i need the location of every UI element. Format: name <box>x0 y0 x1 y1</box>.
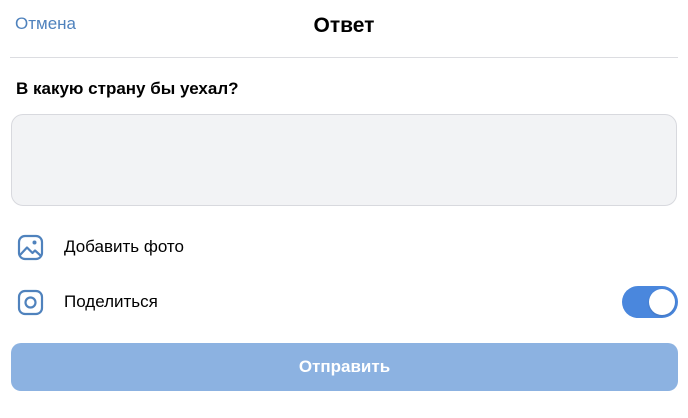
add-photo-label: Добавить фото <box>64 237 184 256</box>
answer-input[interactable] <box>11 114 677 206</box>
add-photo-option[interactable]: Добавить фото <box>0 224 688 270</box>
header: Отмена Ответ <box>0 0 688 58</box>
question-text: В какую страну бы уехал? <box>16 79 239 98</box>
answer-screen: Отмена Ответ В какую страну бы уехал? До… <box>0 0 688 418</box>
share-option: Поделиться <box>0 279 688 325</box>
page-title: Ответ <box>313 14 375 37</box>
image-icon <box>17 234 44 261</box>
submit-button[interactable]: Отправить <box>11 343 678 391</box>
header-divider <box>10 57 678 58</box>
instagram-icon <box>17 289 44 316</box>
toggle-knob <box>649 289 675 315</box>
share-toggle[interactable] <box>622 286 678 318</box>
share-label: Поделиться <box>64 292 158 311</box>
